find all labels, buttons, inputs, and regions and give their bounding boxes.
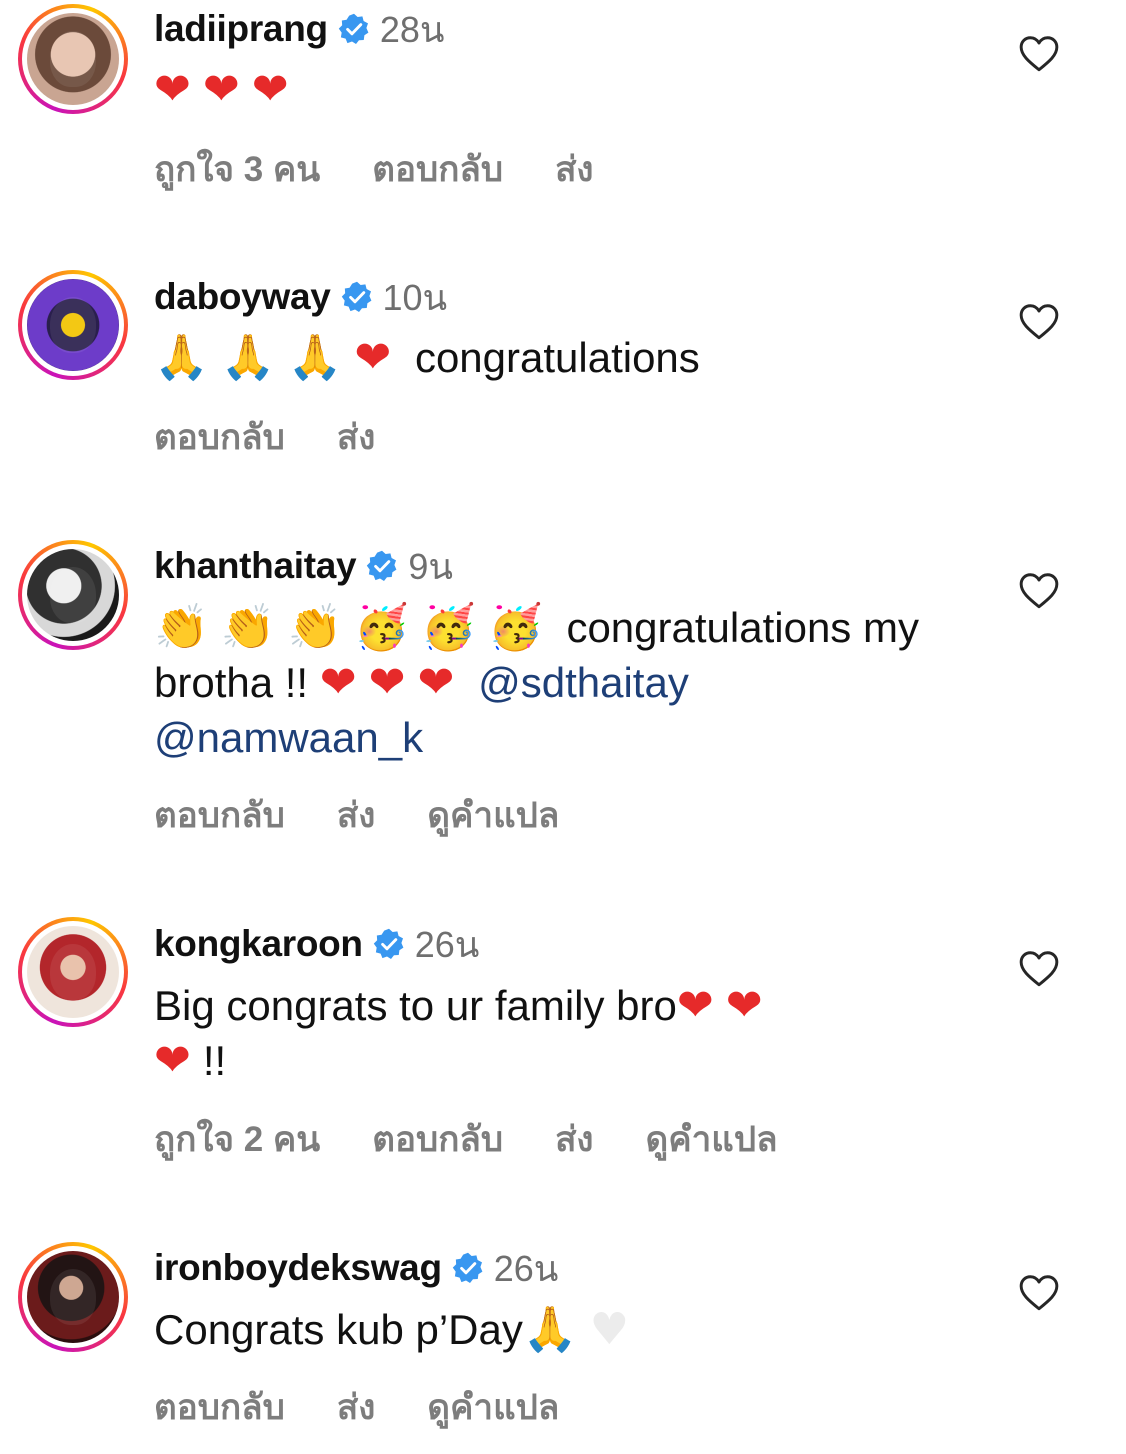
pray-emoji: 🙏 bbox=[154, 332, 209, 383]
comment-words: congratulations bbox=[414, 334, 700, 381]
heart-outline-icon[interactable] bbox=[1018, 301, 1060, 343]
comment-text: Big congrats to ur family bro❤ ❤ ❤!! bbox=[154, 978, 984, 1088]
white-heart-emoji: ♥ bbox=[589, 1304, 630, 1355]
comment-header: khanthaitay 9น bbox=[154, 541, 453, 591]
heart-emoji: ❤ bbox=[417, 657, 455, 708]
comment-header: ladiiprang 28น bbox=[154, 4, 444, 54]
heart-emoji: ❤ bbox=[319, 657, 357, 708]
avatar[interactable] bbox=[27, 13, 119, 105]
mention-link[interactable]: @namwaan_k bbox=[154, 714, 423, 761]
comment-words: Big congrats to ur family bro bbox=[154, 982, 677, 1029]
timestamp: 26น bbox=[414, 923, 480, 965]
see-translation-button[interactable]: ดูคำแปล bbox=[427, 1380, 559, 1435]
pray-emoji: 🙏 bbox=[522, 1304, 578, 1355]
avatar[interactable] bbox=[27, 1251, 119, 1343]
comment-text: Congrats kub p’Day🙏 ♥ bbox=[154, 1302, 984, 1357]
comment-header: daboyway 10น bbox=[154, 272, 447, 322]
mention-link[interactable]: @sdthaitay bbox=[478, 659, 689, 706]
heart-emoji: ❤ bbox=[154, 1035, 191, 1086]
partying-face-emoji: 🥳 bbox=[421, 602, 476, 653]
username[interactable]: khanthaitay bbox=[154, 545, 357, 587]
comment-header: kongkaroon 26น bbox=[154, 919, 479, 969]
verified-badge-icon bbox=[373, 928, 405, 960]
comment-words: congratulations my bbox=[566, 604, 919, 651]
avatar-story-ring[interactable] bbox=[18, 1242, 128, 1352]
partying-face-emoji: 🥳 bbox=[354, 602, 410, 653]
timestamp: 28น bbox=[379, 8, 445, 50]
heart-emoji: ❤ bbox=[354, 332, 392, 383]
send-button[interactable]: ส่ง bbox=[337, 788, 375, 843]
verified-badge-icon bbox=[338, 13, 370, 45]
heart-outline-icon[interactable] bbox=[1018, 570, 1060, 612]
heart-emoji: ❤ bbox=[725, 980, 763, 1031]
comment-text: 👏 👏 👏 🥳 🥳 🥳 congratulations my brotha !! ❤ ❤ ❤ … bbox=[154, 600, 984, 765]
timestamp: 9น bbox=[408, 545, 453, 587]
reply-button[interactable]: ตอบกลับ bbox=[154, 1380, 285, 1435]
comment-words: brotha !! bbox=[154, 659, 309, 706]
avatar[interactable] bbox=[27, 926, 119, 1018]
comment-text: ❤ ❤ ❤ bbox=[154, 62, 984, 117]
heart-outline-icon[interactable] bbox=[1018, 33, 1060, 75]
comment-actions: ถูกใจ 3 คน ตอบกลับ ส่ง bbox=[154, 142, 646, 197]
username[interactable]: daboyway bbox=[154, 276, 331, 318]
avatar[interactable] bbox=[27, 549, 119, 641]
comment-actions: ตอบกลับ ส่ง ดูคำแปล bbox=[154, 788, 611, 843]
comment-actions: ตอบกลับ ส่ง bbox=[154, 410, 427, 465]
avatar-story-ring[interactable] bbox=[18, 4, 128, 114]
avatar-story-ring[interactable] bbox=[18, 917, 128, 1027]
clap-emoji: 👏 bbox=[287, 602, 343, 653]
heart-emoji: ❤ bbox=[676, 980, 714, 1031]
see-translation-button[interactable]: ดูคำแปล bbox=[427, 788, 559, 843]
comment-actions: ถูกใจ 2 คน ตอบกลับ ส่ง ดูคำแปล bbox=[154, 1112, 830, 1167]
avatar-story-ring[interactable] bbox=[18, 540, 128, 650]
username[interactable]: ironboydekswag bbox=[154, 1247, 442, 1289]
heart-emoji: ❤ bbox=[154, 64, 191, 115]
comment-words: Congrats kub p’Day bbox=[154, 1306, 523, 1353]
likes-count-link[interactable]: ถูกใจ 2 คน bbox=[154, 1112, 320, 1167]
reply-button[interactable]: ตอบกลับ bbox=[372, 142, 503, 197]
username[interactable]: ladiiprang bbox=[154, 8, 328, 50]
heart-emoji: ❤ bbox=[202, 64, 240, 115]
pray-emoji: 🙏 bbox=[220, 332, 276, 383]
pray-emoji: 🙏 bbox=[287, 332, 343, 383]
verified-badge-icon bbox=[452, 1252, 484, 1284]
timestamp: 10น bbox=[382, 276, 448, 318]
heart-outline-icon[interactable] bbox=[1018, 948, 1060, 990]
send-button[interactable]: ส่ง bbox=[555, 142, 593, 197]
partying-face-emoji: 🥳 bbox=[487, 602, 543, 653]
reply-button[interactable]: ตอบกลับ bbox=[372, 1112, 503, 1167]
send-button[interactable]: ส่ง bbox=[337, 410, 375, 465]
comment-header: ironboydekswag 26น bbox=[154, 1243, 558, 1293]
send-button[interactable]: ส่ง bbox=[337, 1380, 375, 1435]
see-translation-button[interactable]: ดูคำแปล bbox=[646, 1112, 778, 1167]
avatar-story-ring[interactable] bbox=[18, 270, 128, 380]
send-button[interactable]: ส่ง bbox=[555, 1112, 593, 1167]
comment-words: !! bbox=[202, 1037, 227, 1084]
reply-button[interactable]: ตอบกลับ bbox=[154, 410, 285, 465]
likes-count-link[interactable]: ถูกใจ 3 คน bbox=[154, 142, 320, 197]
clap-emoji: 👏 bbox=[220, 602, 276, 653]
heart-outline-icon[interactable] bbox=[1018, 1272, 1060, 1314]
heart-emoji: ❤ bbox=[251, 64, 289, 115]
avatar[interactable] bbox=[27, 279, 119, 371]
comment-actions: ตอบกลับ ส่ง ดูคำแปล bbox=[154, 1380, 611, 1435]
reply-button[interactable]: ตอบกลับ bbox=[154, 788, 285, 843]
heart-emoji: ❤ bbox=[368, 657, 406, 708]
clap-emoji: 👏 bbox=[154, 602, 209, 653]
timestamp: 26น bbox=[493, 1247, 559, 1289]
verified-badge-icon bbox=[341, 281, 373, 313]
username[interactable]: kongkaroon bbox=[154, 923, 363, 965]
comment-text: 🙏 🙏 🙏 ❤ congratulations bbox=[154, 330, 984, 385]
verified-badge-icon bbox=[366, 550, 398, 582]
